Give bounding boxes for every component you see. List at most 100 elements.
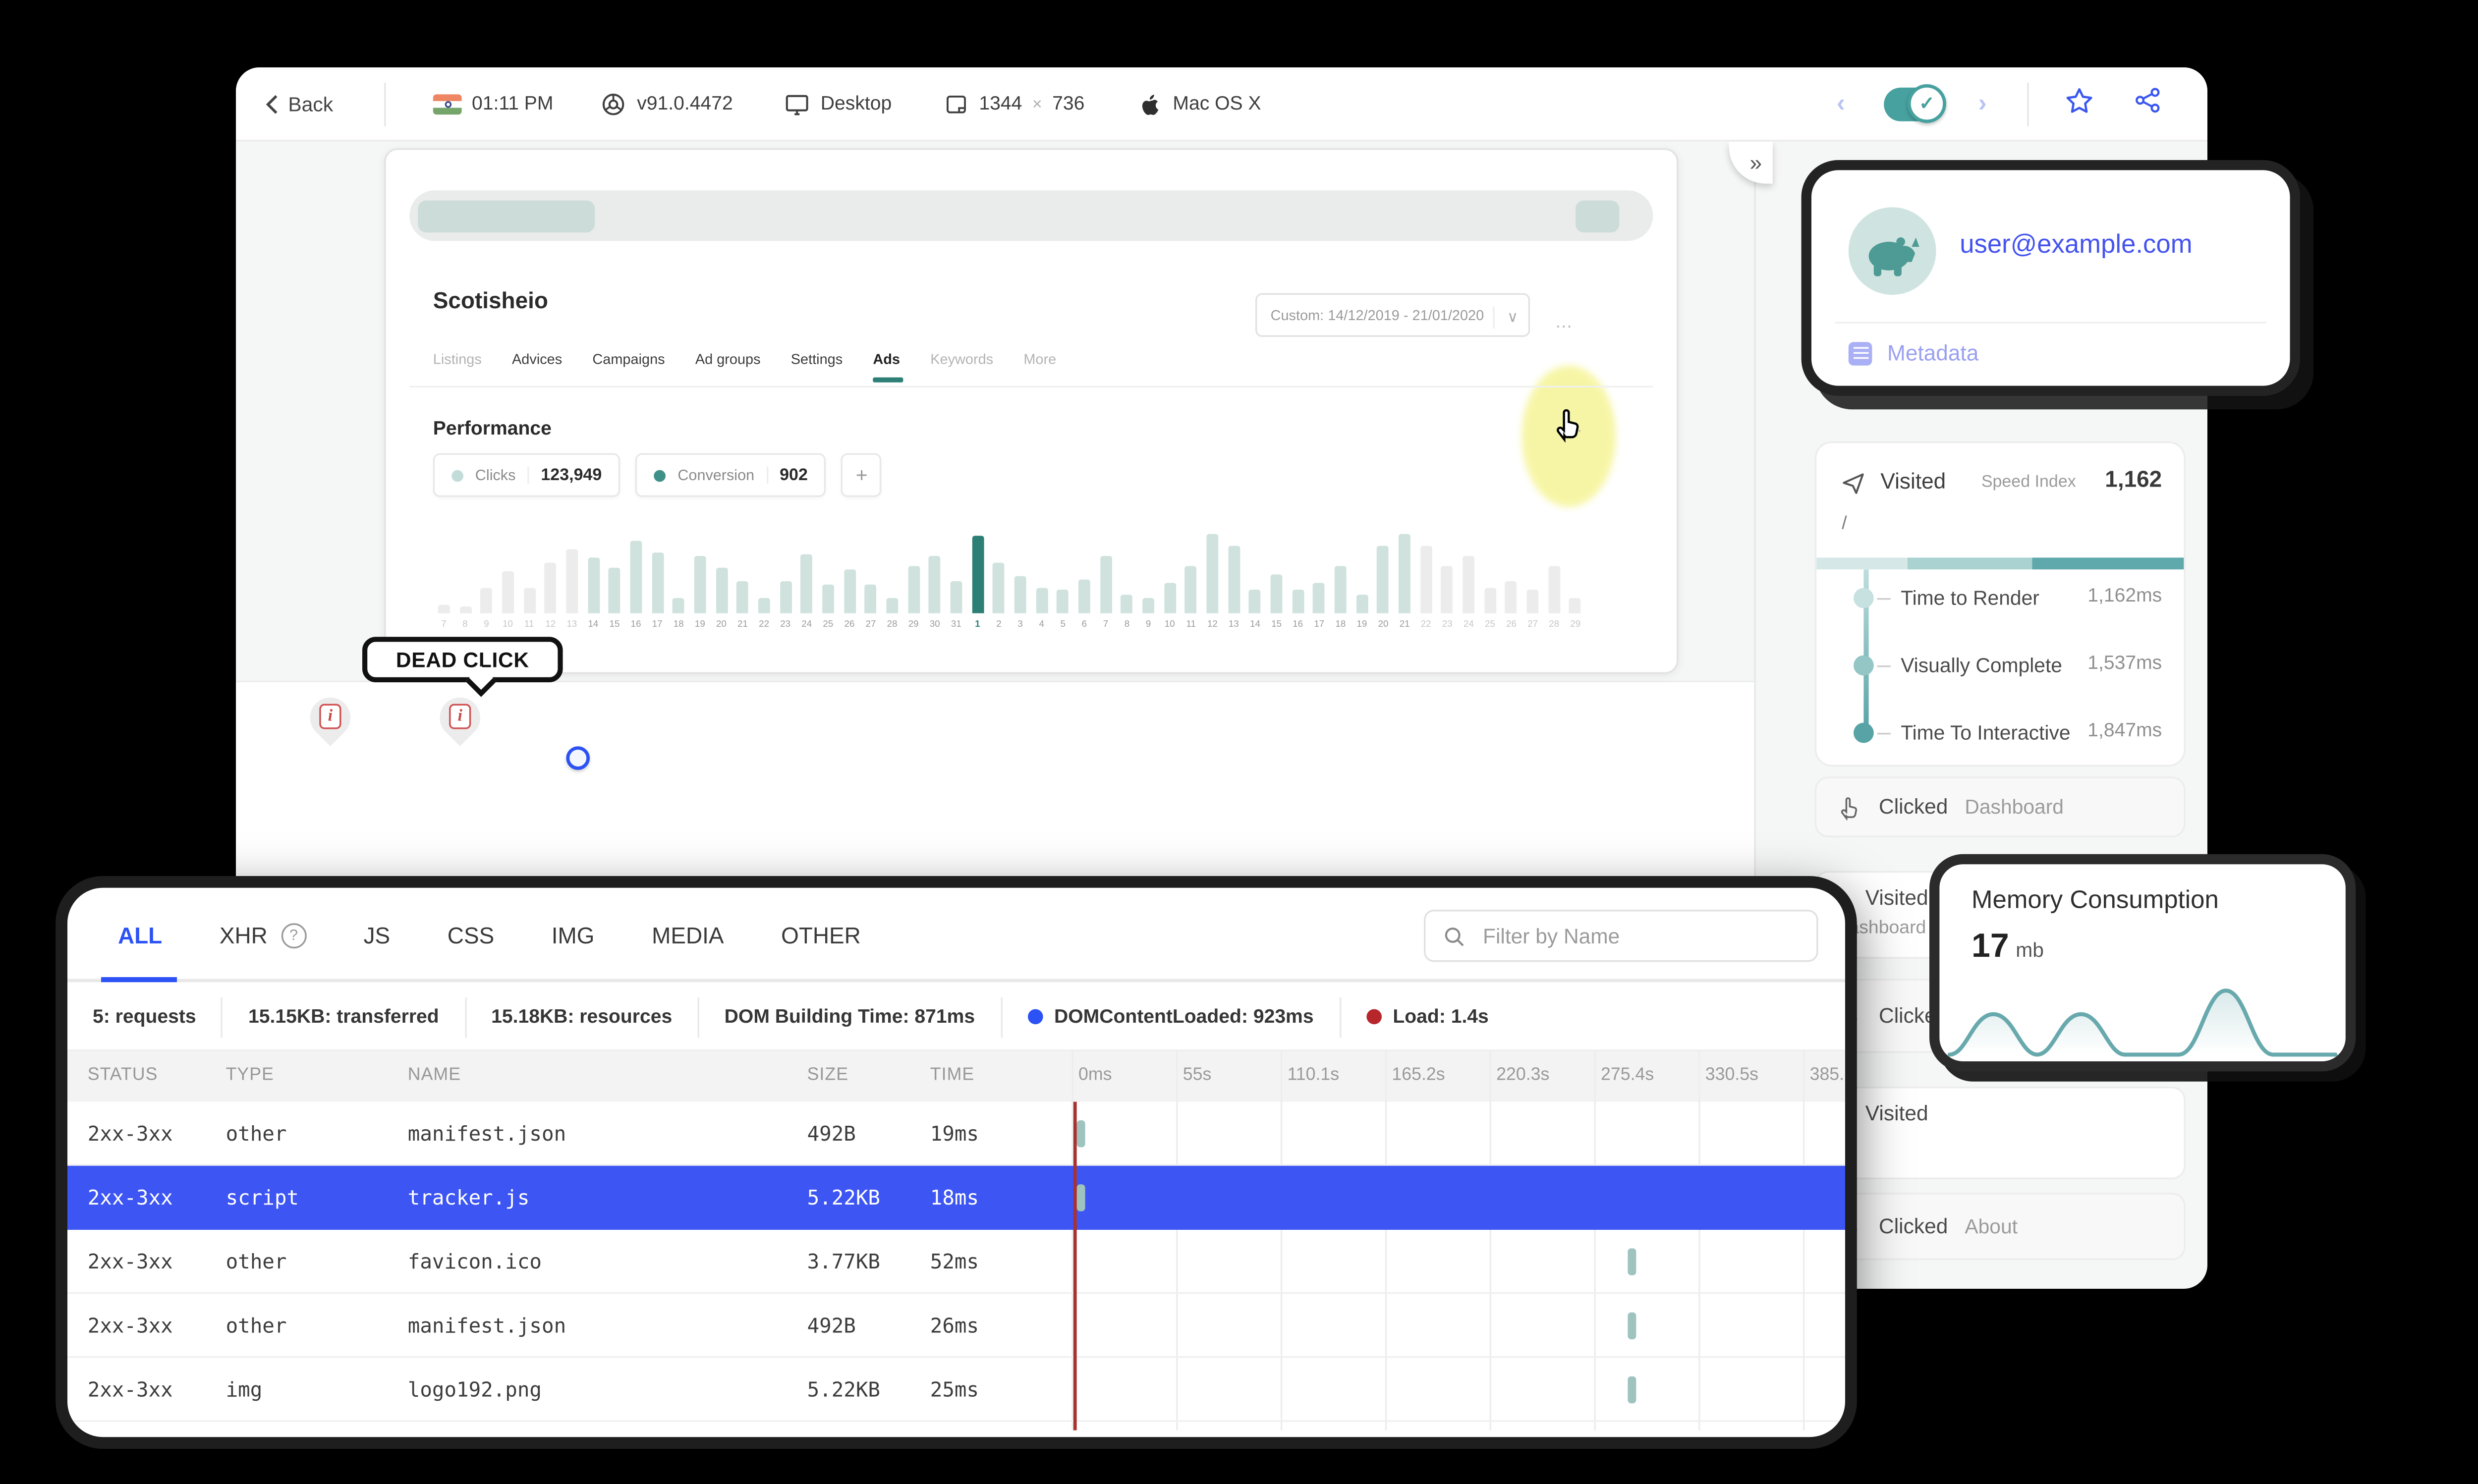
- time-column-header: 385.6: [1809, 1064, 1854, 1085]
- chart-bar-label: 2: [996, 620, 1002, 630]
- chart-bar: [779, 581, 791, 613]
- speed-progress-bar: [1816, 557, 2184, 570]
- request-timing-bar: [1628, 1375, 1636, 1403]
- share-icon: [2136, 88, 2160, 113]
- visited-speed-card[interactable]: Visited Speed Index 1,162 / Time to Rend…: [1814, 441, 2186, 767]
- chart-bar: [1463, 556, 1475, 613]
- network-tab-xhr[interactable]: XHR?: [220, 922, 307, 948]
- card-divider: [1835, 322, 2266, 324]
- page-tab-more[interactable]: More: [1023, 350, 1056, 383]
- chart-bar: [1035, 588, 1048, 613]
- chart-bar-label: 23: [1442, 620, 1453, 630]
- metric-chip-conversion[interactable]: Conversion 902: [635, 453, 827, 497]
- collapse-sidebar-button[interactable]: »: [1729, 141, 1773, 184]
- network-tab-img[interactable]: IMG: [552, 923, 595, 948]
- chart-bar-slot: 29: [903, 527, 924, 632]
- cell-type: img: [225, 1377, 263, 1401]
- network-tab-all[interactable]: ALL: [118, 923, 162, 948]
- chart-bar: [587, 557, 599, 613]
- event-clicked-dashboard[interactable]: Clicked Dashboard: [1814, 776, 2186, 837]
- date-range-select[interactable]: Custom: 14/12/2019 - 21/01/2020 ∨: [1255, 293, 1530, 337]
- back-button[interactable]: Back: [265, 67, 333, 142]
- page-tab-ads[interactable]: Ads: [873, 350, 904, 383]
- metric-chip-clicks[interactable]: Clicks 123,949: [433, 453, 620, 497]
- grid-line: [1698, 1051, 1700, 1102]
- stat-text: Load: 1.4s: [1393, 1006, 1489, 1027]
- user-card: user@example.com Metadata: [1801, 160, 2300, 396]
- load-time-marker-line: [1073, 1101, 1076, 1430]
- resolution-w: 1344: [979, 94, 1022, 115]
- chart-bar-label: 19: [694, 620, 705, 630]
- stat-text: DOM Building Time: 871ms: [724, 1006, 975, 1027]
- chart-bar-label: 29: [1570, 620, 1581, 630]
- share-button[interactable]: [2133, 86, 2167, 119]
- chart-bar: [1505, 581, 1518, 613]
- table-row[interactable]: 2xx-3xx img logo192.png 5.22KB 25ms: [67, 1358, 1845, 1422]
- performance-chart: 7 8 9 10 11 12 13 14 15 16 17 18 19 20 21 22 23 24 25 26 27 2…: [433, 527, 1586, 632]
- chart-bar-slot: 7: [433, 527, 454, 632]
- prev-session-button[interactable]: ‹: [1837, 89, 1845, 118]
- cell-size: 5.22KB: [807, 1186, 881, 1210]
- cell-status: 2xx-3xx: [87, 1313, 173, 1337]
- grid-line: [1176, 1051, 1178, 1102]
- network-tab-other[interactable]: OTHER: [781, 923, 861, 948]
- chevron-left-icon: [266, 95, 278, 114]
- chart-bar-slot: 5: [1052, 527, 1073, 632]
- cell-status: 2xx-3xx: [87, 1377, 173, 1401]
- page-header-skeleton: [409, 190, 1653, 241]
- cell-time: 18ms: [930, 1186, 979, 1210]
- page-tab-listings[interactable]: Listings: [433, 350, 482, 383]
- resolution-x: ×: [1032, 95, 1042, 114]
- device-label: Desktop: [820, 94, 892, 115]
- chart-bar: [736, 581, 749, 613]
- cell-type: other: [225, 1313, 287, 1337]
- filter-field: [1424, 910, 1818, 962]
- chevron-down-icon: ∨: [1493, 306, 1518, 329]
- chart-bar: [800, 554, 813, 613]
- chart-bar-slot: 15: [604, 527, 625, 632]
- page-tab-campaigns[interactable]: Campaigns: [592, 350, 665, 383]
- user-email: user@example.com: [1960, 230, 2193, 260]
- time-column-header: 55s: [1183, 1064, 1212, 1085]
- speed-index-value: 1,162: [2105, 466, 2162, 492]
- filter-input[interactable]: [1479, 922, 1766, 949]
- chart-bar-slot: 13: [1223, 527, 1244, 632]
- event-visited[interactable]: Visited: [1814, 1087, 2186, 1179]
- grid-line: [1385, 1051, 1387, 1102]
- screen-size-icon: [947, 95, 966, 113]
- table-row[interactable]: 2xx-3xx other favicon.ico 3.77KB 52ms: [67, 1230, 1845, 1294]
- issue-info-icon: i: [449, 704, 471, 729]
- network-tab-css[interactable]: CSS: [448, 923, 494, 948]
- chart-bar-label: 3: [1017, 620, 1023, 630]
- chart-bar-slot: 24: [1458, 527, 1479, 632]
- star-icon: [2066, 88, 2092, 113]
- chart-bar: [1526, 590, 1539, 613]
- next-session-button[interactable]: ›: [1978, 89, 1987, 118]
- network-stat: DOMContentLoaded: 923ms: [1002, 996, 1341, 1037]
- chart-bar: [1121, 595, 1133, 613]
- chart-bar-label: 25: [1485, 620, 1495, 630]
- chart-bar: [1164, 583, 1176, 613]
- page-tab-settings[interactable]: Settings: [791, 350, 843, 383]
- autoplay-toggle[interactable]: ✓: [1884, 84, 1946, 123]
- table-row[interactable]: 2xx-3xx other manifest.json 492B 19ms: [67, 1102, 1845, 1166]
- page-tab-keywords[interactable]: Keywords: [930, 350, 993, 383]
- chart-bar-label: 29: [908, 620, 919, 630]
- page-tab-advices[interactable]: Advices: [512, 350, 562, 383]
- more-options-dots[interactable]: ⋯: [1555, 319, 1574, 337]
- add-metric-button[interactable]: +: [841, 453, 882, 497]
- metadata-button[interactable]: Metadata: [1848, 340, 1978, 366]
- chart-bar-label: 10: [1164, 620, 1175, 630]
- table-row[interactable]: 2xx-3xx other manifest.json 492B 26ms: [67, 1294, 1845, 1358]
- metric-tick: [1877, 665, 1891, 667]
- help-icon[interactable]: ?: [281, 922, 307, 948]
- timeline-handle[interactable]: [566, 746, 590, 770]
- table-row[interactable]: 2xx-3xx script tracker.js 5.22KB 18ms: [67, 1165, 1845, 1230]
- chart-bar-slot: 11: [1181, 527, 1202, 632]
- page-tab-ad-groups[interactable]: Ad groups: [695, 350, 761, 383]
- chart-bar-slot: 4: [1031, 527, 1052, 632]
- favorite-button[interactable]: [2064, 86, 2098, 119]
- event-clicked-about[interactable]: Clicked About: [1814, 1193, 2186, 1261]
- network-tab-js[interactable]: JS: [364, 923, 391, 948]
- network-tab-media[interactable]: MEDIA: [652, 923, 724, 948]
